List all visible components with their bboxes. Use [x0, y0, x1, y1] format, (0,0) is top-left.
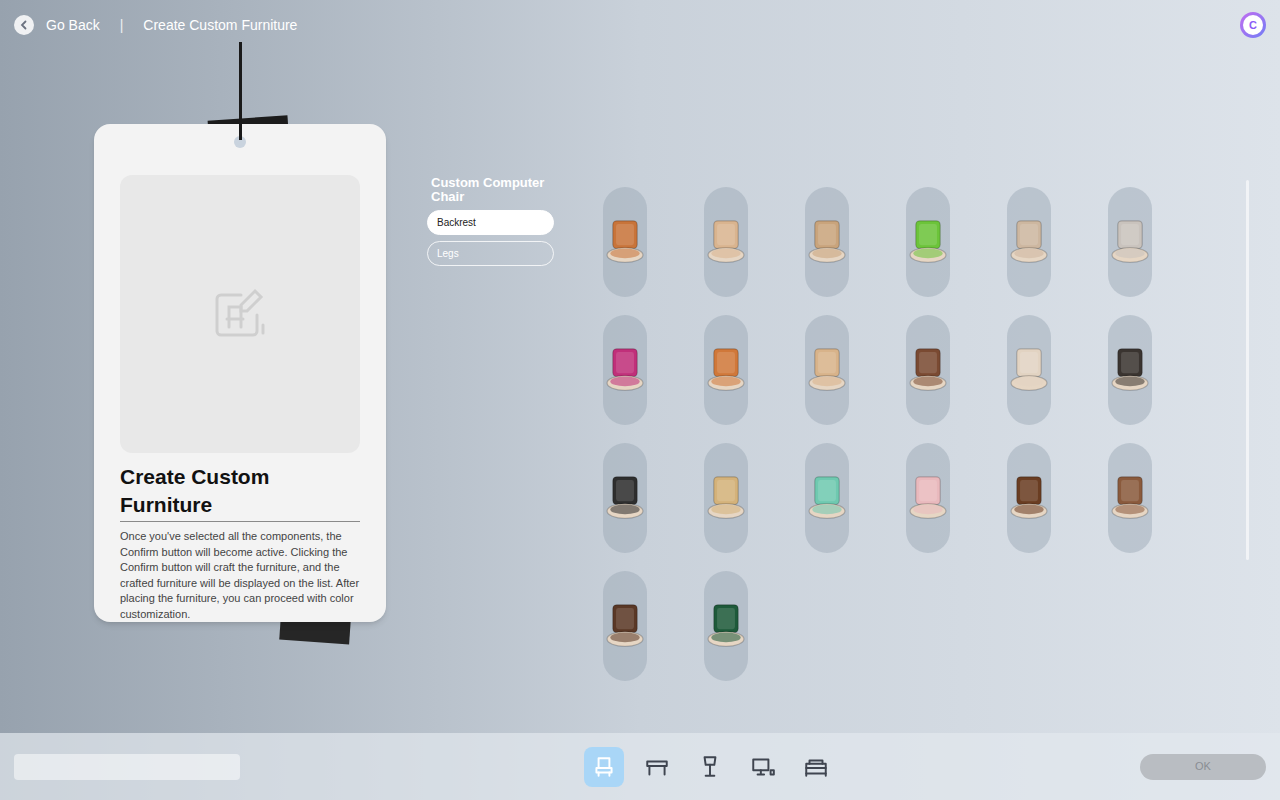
chair-backrest-icon: [603, 594, 647, 658]
lamp-icon: [697, 754, 723, 780]
ok-button[interactable]: OK: [1140, 754, 1266, 780]
backrest-option[interactable]: [805, 315, 849, 425]
chair-backrest-icon: [1007, 210, 1051, 274]
chair-backrest-icon: [1108, 466, 1152, 530]
chair-backrest-icon: [603, 338, 647, 402]
backrest-option[interactable]: [704, 315, 748, 425]
chair-backrest-icon: [704, 338, 748, 402]
category-tab[interactable]: [743, 747, 783, 787]
custom-furniture-icon: [211, 285, 269, 343]
chair-backrest-icon: [906, 210, 950, 274]
chair-backrest-icon: [805, 466, 849, 530]
backrest-option[interactable]: [704, 571, 748, 681]
info-description: Once you've selected all the components,…: [120, 529, 360, 622]
chair-backrest-icon: [1007, 466, 1051, 530]
category-tab[interactable]: [637, 747, 677, 787]
backrest-option[interactable]: [1108, 443, 1152, 553]
part-panel-title: Custom Computer Chair: [427, 176, 554, 204]
chair-backrest-icon: [1108, 338, 1152, 402]
bed-icon: [803, 754, 829, 780]
back-button[interactable]: Go Back: [14, 15, 100, 36]
category-tab[interactable]: [690, 747, 730, 787]
page-title: Create Custom Furniture: [143, 15, 297, 36]
bottom-bar: OK: [0, 733, 1280, 800]
backrest-option[interactable]: [1108, 315, 1152, 425]
app-screen: Go Back | Create Custom Furniture C Create C…: [0, 0, 1280, 800]
back-label: Go Back: [46, 15, 100, 36]
info-card: Create Custom Furniture Once you've selec…: [94, 124, 386, 622]
chair-backrest-icon: [1108, 210, 1152, 274]
backrest-option[interactable]: [603, 315, 647, 425]
backrest-option[interactable]: [1007, 187, 1051, 297]
scrollbar[interactable]: [1246, 180, 1249, 560]
chair-backrest-icon: [704, 466, 748, 530]
backrest-option[interactable]: [1108, 187, 1152, 297]
chair-backrest-icon: [805, 210, 849, 274]
chair-backrest-icon: [603, 210, 647, 274]
backrest-option[interactable]: [704, 187, 748, 297]
table-icon: [644, 754, 670, 780]
backrest-grid: [603, 187, 1152, 733]
part-panel: Custom Computer Chair Backrest Legs: [427, 176, 554, 733]
info-title: Create Custom Furniture: [120, 463, 360, 522]
part-tab[interactable]: Legs: [427, 241, 554, 266]
hanging-cord: [239, 42, 242, 140]
chair-backrest-icon: [805, 338, 849, 402]
backrest-option[interactable]: [1007, 315, 1051, 425]
part-tab[interactable]: Backrest: [427, 210, 554, 235]
chair-backrest-icon: [1007, 338, 1051, 402]
category-tab[interactable]: [584, 747, 624, 787]
chair-backrest-icon: [603, 466, 647, 530]
main-area: Create Custom Furniture Once you've selec…: [0, 50, 1280, 733]
backrest-option[interactable]: [805, 187, 849, 297]
back-icon: [14, 15, 34, 35]
chair-icon: [591, 754, 617, 780]
preview-box: [120, 175, 360, 453]
chair-backrest-icon: [906, 338, 950, 402]
backrest-option[interactable]: [603, 571, 647, 681]
info-card-wrapper: Create Custom Furniture Once you've selec…: [94, 124, 386, 622]
computer-icon: [750, 754, 776, 780]
top-bar: Go Back | Create Custom Furniture C: [0, 0, 1280, 50]
chair-backrest-icon: [906, 466, 950, 530]
backrest-option[interactable]: [906, 443, 950, 553]
backrest-option[interactable]: [1007, 443, 1051, 553]
backrest-option[interactable]: [603, 443, 647, 553]
backrest-option[interactable]: [704, 443, 748, 553]
backrest-option[interactable]: [805, 443, 849, 553]
user-avatar[interactable]: C: [1240, 12, 1266, 38]
category-tab[interactable]: [796, 747, 836, 787]
blurred-field: [14, 754, 240, 780]
chair-backrest-icon: [704, 594, 748, 658]
chair-backrest-icon: [704, 210, 748, 274]
backrest-option[interactable]: [906, 187, 950, 297]
backrest-option[interactable]: [603, 187, 647, 297]
backrest-option[interactable]: [906, 315, 950, 425]
header-separator: |: [112, 15, 132, 36]
